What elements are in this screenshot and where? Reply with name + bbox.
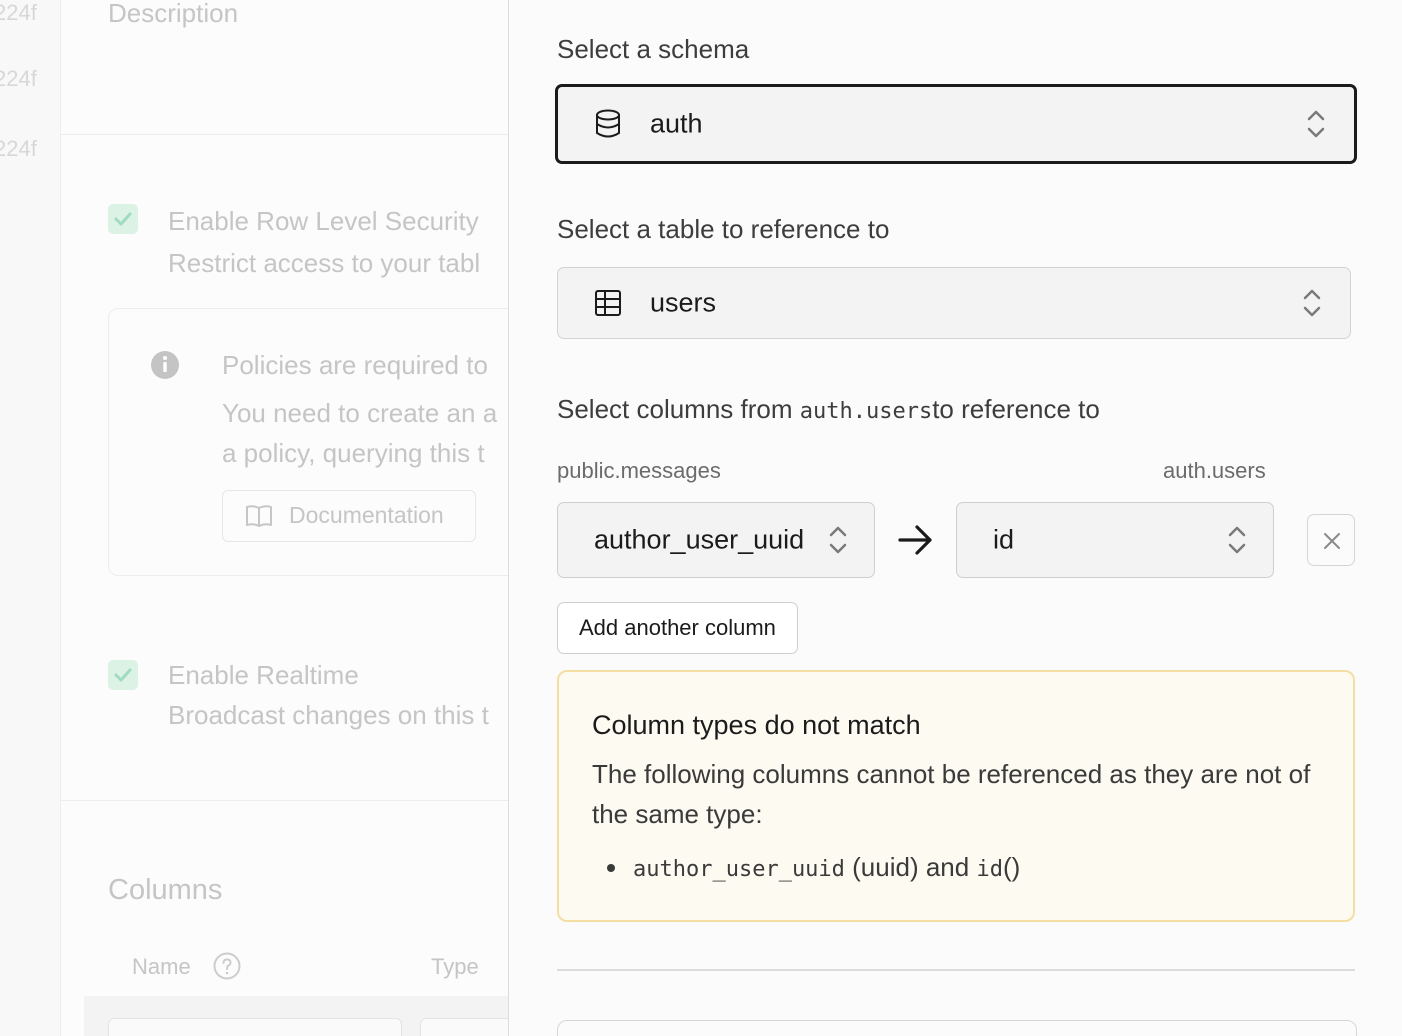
rls-title: Enable Row Level Security [168, 206, 479, 236]
schema-label: Select a schema [557, 34, 750, 64]
row-hash-fragment: 224f [0, 136, 37, 161]
section-divider [60, 134, 508, 135]
section-divider [557, 969, 1355, 971]
target-column-select[interactable]: id [956, 502, 1274, 578]
source-table-header: public.messages [557, 458, 721, 483]
warning-description: The following columns cannot be referenc… [592, 759, 1311, 829]
row-hash-fragment: 224f [0, 0, 37, 25]
column-row [84, 996, 508, 1036]
chevron-up-down-icon [829, 526, 847, 554]
help-icon [213, 952, 241, 980]
table-icon [595, 290, 621, 316]
mismatch-source-type: (uuid) and [844, 852, 977, 882]
database-icon [596, 109, 620, 138]
chevron-up-down-icon [1303, 289, 1321, 317]
table-select[interactable]: users [557, 267, 1351, 339]
table-label: Select a table to reference to [557, 214, 890, 244]
mismatch-list-item: author_user_uuid (uuid) and id() [607, 852, 1020, 883]
warning-title: Column types do not match [592, 710, 921, 740]
column-type-select[interactable] [420, 1018, 508, 1036]
columns-label: Select columns from auth.usersto referen… [557, 394, 1100, 425]
close-icon [1324, 533, 1340, 549]
columns-label-prefix: Select columns from [557, 394, 800, 424]
realtime-subtitle: Broadcast changes on this t [168, 700, 489, 730]
add-another-column-button[interactable]: Add another column [557, 602, 798, 654]
remove-column-button[interactable] [1307, 514, 1355, 566]
documentation-button[interactable]: Documentation [222, 490, 476, 542]
schema-select[interactable]: auth [555, 84, 1357, 164]
check-icon [114, 668, 132, 682]
documentation-label: Documentation [289, 502, 444, 528]
check-icon [114, 212, 132, 226]
section-divider [60, 800, 508, 801]
source-column-value: author_user_uuid [594, 524, 805, 555]
schema-select-value: auth [650, 108, 703, 139]
type-mismatch-warning: Column types do not match The following … [557, 670, 1355, 922]
columns-title: Columns [108, 874, 223, 906]
chevron-up-down-icon [1228, 526, 1246, 554]
chevron-up-down-icon [1307, 110, 1325, 138]
row-hash-fragment: 224f [0, 66, 37, 91]
target-table-header: auth.users [1163, 458, 1266, 483]
name-column-header: Name [132, 954, 191, 979]
arrow-right-icon [898, 525, 932, 555]
info-icon [151, 351, 179, 379]
mismatch-target-column: id [976, 857, 1003, 882]
book-icon [246, 505, 272, 527]
table-select-value: users [650, 287, 717, 318]
source-column-select[interactable]: author_user_uuid [557, 502, 875, 578]
realtime-title: Enable Realtime [168, 660, 359, 690]
policy-notice-line: a policy, querying this t [222, 438, 485, 468]
type-column-header: Type [431, 954, 479, 979]
target-column-value: id [993, 524, 1015, 555]
background-page: 224f 224f 224f Description Enable Row Le… [0, 0, 508, 1036]
foreign-key-side-panel: Select a schema auth Select a table to r… [508, 0, 1402, 1036]
next-section-box [557, 1020, 1357, 1036]
bullet [607, 864, 615, 872]
columns-label-code: auth.users [799, 399, 933, 424]
mismatch-source-column: author_user_uuid [633, 857, 845, 882]
rls-checkbox[interactable] [108, 204, 138, 234]
policy-notice-title: Policies are required to [222, 350, 488, 380]
policy-notice-line: You need to create an a [222, 398, 498, 428]
mismatch-target-type: () [1002, 852, 1021, 882]
realtime-checkbox[interactable] [108, 660, 138, 690]
columns-label-suffix: to reference to [932, 394, 1100, 424]
column-name-input[interactable] [108, 1018, 402, 1036]
rls-subtitle: Restrict access to your tabl [168, 248, 481, 278]
description-label: Description [108, 0, 239, 28]
